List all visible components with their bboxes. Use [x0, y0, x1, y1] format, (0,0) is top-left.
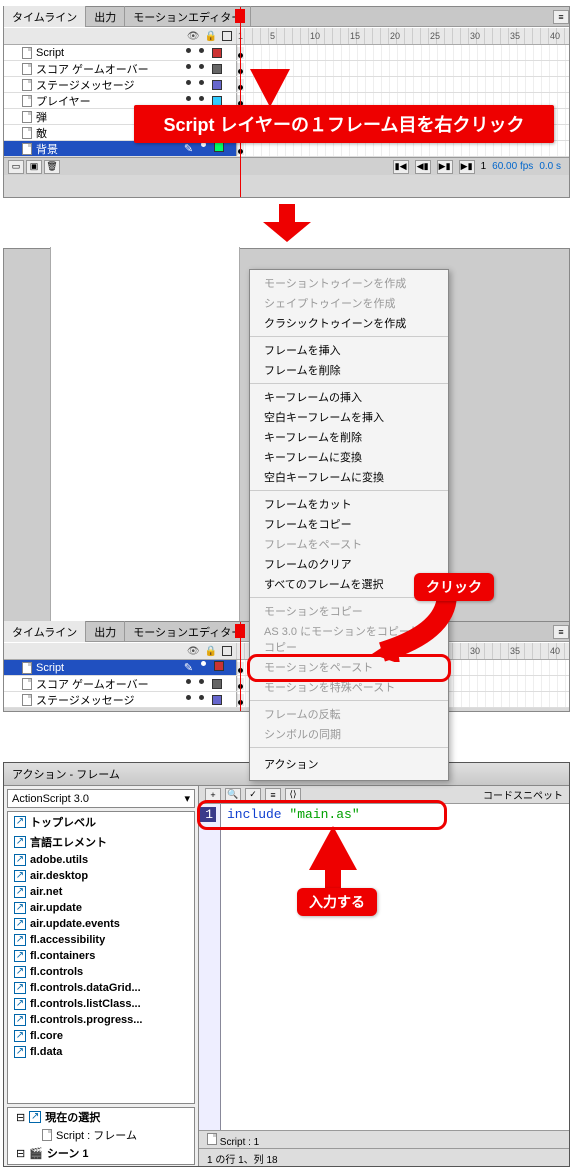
new-layer-button[interactable]: ▭ [8, 160, 24, 174]
menu-convert-blank-keyframe[interactable]: 空白キーフレームに変換 [250, 467, 448, 487]
menu-paste-frames: フレームをペースト [250, 534, 448, 554]
tab-output-2[interactable]: 出力 [86, 621, 125, 643]
scene-icon: 🎬 [29, 1147, 43, 1160]
panel-menu-button-2[interactable]: ≡ [553, 625, 569, 639]
menu-create-shape-tween[interactable]: シェイプトゥイーンを作成 [250, 293, 448, 313]
actions-panel: アクション - フレーム ActionScript 3.0▾ ↗トップレベル ↗… [3, 762, 570, 1167]
minus-icon: ⊟ [16, 1111, 25, 1124]
find-button[interactable]: 🔍 [225, 788, 241, 802]
code-editor[interactable]: 1 include "main.as" 入力する [199, 804, 569, 1130]
menu-copy-frames[interactable]: フレームをコピー [250, 514, 448, 534]
lock-header-icon: 🔒 [205, 31, 217, 42]
delete-layer-button[interactable]: 🗑 [44, 160, 60, 174]
script-tab-icon [207, 1133, 217, 1145]
menu-clear-keyframe[interactable]: キーフレームを削除 [250, 427, 448, 447]
panel-menu-button[interactable]: ≡ [553, 10, 569, 24]
menu-convert-keyframe[interactable]: キーフレームに変換 [250, 447, 448, 467]
add-script-button[interactable]: + [205, 788, 221, 802]
menu-clear-frames[interactable]: フレームのクリア [250, 554, 448, 574]
step-back-button[interactable]: ◀▮ [415, 160, 431, 174]
menu-create-motion-tween[interactable]: モーショントゥイーンを作成 [250, 273, 448, 293]
menu-create-classic-tween[interactable]: クラシックトゥイーンを作成 [250, 313, 448, 333]
menu-sync-symbols: シンボルの同期 [250, 724, 448, 744]
new-folder-button[interactable]: ▣ [26, 160, 42, 174]
show-hint-button[interactable]: ⟨⟩ [285, 788, 301, 802]
chevron-down-icon: ▾ [184, 792, 190, 805]
layer-icon [22, 47, 32, 59]
cursor-position: 1 の行 1、列 18 [207, 1151, 278, 1164]
minus-icon: ⊟ [16, 1147, 25, 1160]
menu-paste-motion-special: モーションを特殊ペースト [250, 677, 448, 697]
check-syntax-button[interactable]: ✓ [245, 788, 261, 802]
layer-background[interactable]: 背景 ✎ [4, 141, 569, 157]
menu-cut-frames[interactable]: フレームをカット [250, 494, 448, 514]
as-version-dropdown[interactable]: ActionScript 3.0▾ [7, 789, 195, 808]
auto-format-button[interactable]: ≡ [265, 788, 281, 802]
current-frame: 1 [481, 161, 487, 172]
menu-insert-blank-keyframe[interactable]: 空白キーフレームを挿入 [250, 407, 448, 427]
time-display: 0.0 s [539, 161, 561, 172]
package-icon: ↗ [14, 816, 26, 828]
context-menu: モーショントゥイーンを作成 シェイプトゥイーンを作成 クラシックトゥイーンを作成… [249, 269, 449, 781]
goto-last-button[interactable]: ▶▮ [459, 160, 475, 174]
tab-motion-editor[interactable]: モーションエディター [125, 6, 251, 28]
visibility-header-icon: 👁 [187, 31, 200, 42]
play-button[interactable]: ▶▮ [437, 160, 453, 174]
menu-actions[interactable]: アクション [250, 751, 448, 777]
outline-header-icon [222, 31, 232, 41]
tab-timeline[interactable]: タイムライン [4, 6, 86, 28]
callout-input: 入力する [297, 888, 377, 916]
goto-first-button[interactable]: ▮◀ [393, 160, 409, 174]
layer-label: Script [36, 47, 64, 59]
tab-motion-editor-2[interactable]: モーションエディター [125, 621, 251, 643]
script-navigator[interactable]: ⊟↗現在の選択 Script : フレーム ⊟🎬シーン 1 Script : フ… [7, 1107, 195, 1165]
footer-script-tab[interactable]: Script : 1 [220, 1137, 259, 1148]
callout-rightclick: Script レイヤーの１フレーム目を右クリック [134, 105, 554, 143]
callout-click: クリック [414, 573, 494, 601]
code-snippets-button[interactable]: コードスニペット [483, 787, 563, 802]
menu-reverse-frames: フレームの反転 [250, 704, 448, 724]
menu-insert-frame[interactable]: フレームを挿入 [250, 340, 448, 360]
fps-display: 60.00 fps [492, 161, 533, 172]
menu-insert-keyframe[interactable]: キーフレームの挿入 [250, 387, 448, 407]
tab-timeline-2[interactable]: タイムライン [4, 621, 86, 643]
tab-output[interactable]: 出力 [86, 6, 125, 28]
down-arrow-1 [0, 204, 573, 242]
class-tree[interactable]: ↗トップレベル ↗言語エレメント ↗adobe.utils ↗air.deskt… [7, 811, 195, 1104]
menu-remove-frame[interactable]: フレームを削除 [250, 360, 448, 380]
frame-ruler[interactable]: 1 5 10 15 20 25 30 35 40 [236, 28, 569, 44]
